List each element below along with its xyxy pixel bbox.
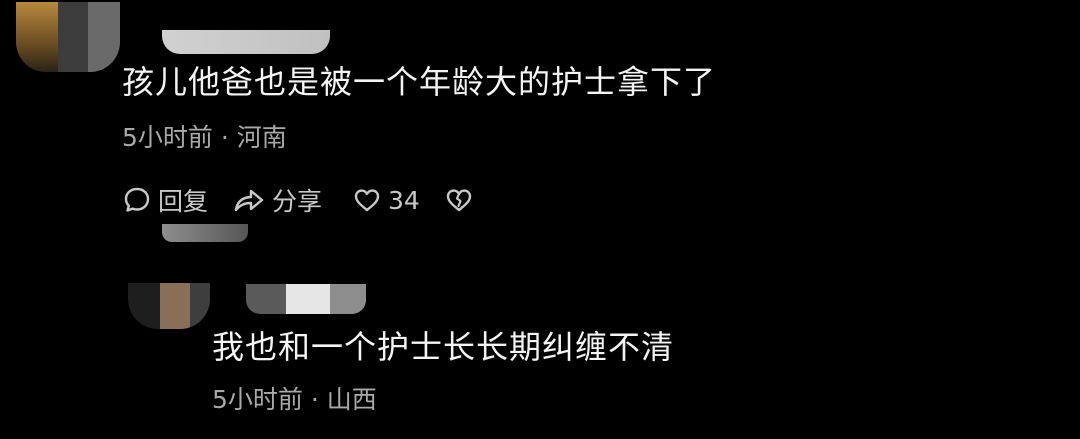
username-blurred[interactable] xyxy=(246,284,366,314)
like-count: 34 xyxy=(388,185,420,215)
dislike-button[interactable] xyxy=(444,185,474,215)
heart-icon xyxy=(354,189,380,212)
username-blur-segment xyxy=(286,284,330,314)
reply-comment-text: 我也和一个护士长长期纠缠不清 xyxy=(212,328,675,366)
broken-heart-icon xyxy=(446,189,472,212)
comment-bubble-icon xyxy=(124,187,150,212)
comment-text: 孩儿他爸也是被一个年龄大的护士拿下了 xyxy=(122,63,717,101)
avatar-blur-segment xyxy=(160,283,190,329)
share-label: 分享 xyxy=(272,187,323,216)
avatar-blur-segment xyxy=(16,2,58,72)
share-arrow-icon xyxy=(234,189,264,212)
avatar[interactable] xyxy=(16,2,120,72)
reply-button[interactable]: 回复 xyxy=(122,182,208,218)
avatar[interactable] xyxy=(128,283,210,329)
username-blurred[interactable] xyxy=(162,30,330,54)
reply-comment-meta: 5小时前 · 山西 xyxy=(212,385,377,414)
avatar-blur-segment xyxy=(58,2,88,72)
username-blur-segment xyxy=(246,284,286,314)
like-button[interactable]: 34 xyxy=(352,185,420,215)
avatar-blur-segment xyxy=(190,283,210,329)
reply-label: 回复 xyxy=(158,187,209,216)
avatar-blur-segment xyxy=(88,2,120,72)
replies-toggle-blurred[interactable] xyxy=(162,224,248,242)
comment-meta: 5小时前 · 河南 xyxy=(122,123,287,152)
comment-actions: 回复 分享 34 xyxy=(122,180,474,220)
username-blur-segment xyxy=(330,284,366,314)
avatar-blur-segment xyxy=(128,283,160,329)
share-button[interactable]: 分享 xyxy=(232,182,322,218)
